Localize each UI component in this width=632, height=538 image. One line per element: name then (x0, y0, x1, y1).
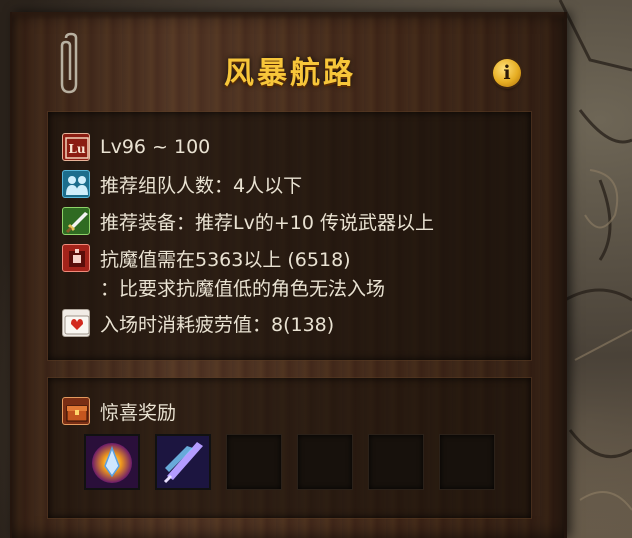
reward-slot-2[interactable] (155, 434, 211, 490)
dungeon-title: 风暴航路 (224, 56, 356, 91)
fatigue-text: 入场时消耗疲劳值：8(138) (100, 313, 335, 336)
reward-slot-6[interactable] (439, 434, 495, 490)
reward-slot-3[interactable] (226, 434, 282, 490)
svg-text:Lu: Lu (68, 142, 85, 156)
sword-icon (62, 207, 90, 235)
party-members-icon (62, 170, 90, 198)
fatigue-icon (62, 309, 90, 337)
surprise-reward-box: 惊喜奖励 (48, 378, 531, 518)
equipment-row: 推荐装备：推荐Lv的+10 传说武器以上 (62, 206, 434, 236)
anti-magic-icon (62, 244, 90, 272)
party-size-row: 推荐组队人数：4人以下 (62, 169, 302, 199)
reward-slot-5[interactable] (368, 434, 424, 490)
paperclip-icon (60, 32, 78, 94)
orb-reward-icon (86, 436, 138, 488)
anti-magic-subtext: ：比要求抗魔值低的角色无法入场 (100, 277, 386, 300)
fatigue-row: 入场时消耗疲劳值：8(138) (62, 308, 334, 338)
info-icon[interactable]: i (493, 59, 521, 87)
anti-magic-text: 抗魔值需在5363以上 (6518) (100, 248, 351, 271)
level-badge-icon: Lu (62, 133, 90, 161)
treasure-chest-icon (62, 397, 90, 425)
crystal-blade-reward-icon (157, 436, 209, 488)
reward-title: 惊喜奖励 (100, 401, 177, 424)
equipment-text: 推荐装备：推荐Lv的+10 传说武器以上 (100, 211, 434, 234)
reward-slot-4[interactable] (297, 434, 353, 490)
requirements-box: Lu Lv96 ~ 100 推荐组队人数：4人以下 推荐装备：推荐Lv的+10 … (48, 112, 531, 360)
reward-header: 惊喜奖励 (62, 396, 176, 426)
anti-magic-row: 抗魔值需在5363以上 (6518) (62, 243, 351, 273)
level-range-row: Lu Lv96 ~ 100 (62, 132, 210, 162)
reward-slot-1[interactable] (84, 434, 140, 490)
party-size-text: 推荐组队人数：4人以下 (100, 174, 303, 197)
level-range-text: Lv96 ~ 100 (100, 136, 211, 158)
